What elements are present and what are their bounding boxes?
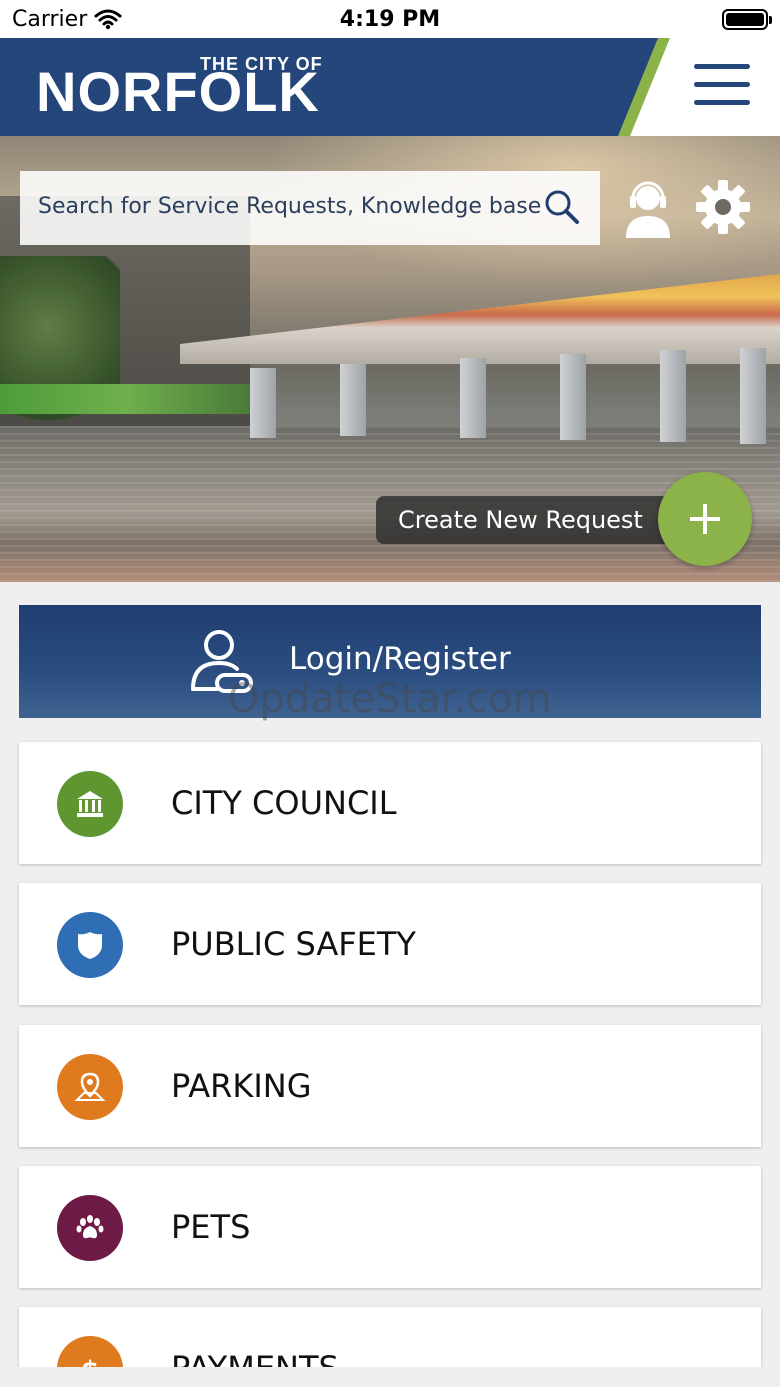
category-label: PARKING bbox=[171, 1067, 312, 1105]
watermark: OpdateStar.com bbox=[228, 676, 552, 722]
status-bar: Carrier 4:19 PM bbox=[0, 0, 780, 38]
paw-icon bbox=[57, 1195, 123, 1261]
support-agent-icon[interactable] bbox=[622, 176, 674, 240]
app-header: THE CITY OF NORFOLK bbox=[0, 38, 780, 136]
map-pin-icon bbox=[57, 1054, 123, 1120]
category-label: CITY COUNCIL bbox=[171, 784, 397, 822]
city-logo[interactable]: THE CITY OF NORFOLK bbox=[36, 54, 356, 124]
category-pets[interactable]: PETS bbox=[19, 1166, 761, 1288]
city-hall-icon bbox=[57, 771, 123, 837]
plus-icon[interactable] bbox=[658, 472, 752, 566]
create-request-button[interactable]: Create New Request bbox=[376, 496, 676, 544]
search-icon[interactable] bbox=[544, 189, 580, 225]
category-public-safety[interactable]: PUBLIC SAFETY bbox=[19, 883, 761, 1005]
category-label: PETS bbox=[171, 1208, 251, 1246]
police-badge-icon bbox=[57, 912, 123, 978]
category-parking[interactable]: PARKING bbox=[19, 1025, 761, 1147]
clock: 4:19 PM bbox=[339, 7, 441, 32]
gear-icon[interactable] bbox=[694, 178, 752, 236]
category-label: PUBLIC SAFETY bbox=[171, 925, 416, 963]
create-request-label: Create New Request bbox=[398, 506, 643, 534]
login-register-label: Login/Register bbox=[289, 641, 511, 677]
bridge-image bbox=[180, 274, 780, 364]
hero-banner: Search for Service Requests, Knowledge b… bbox=[0, 136, 780, 582]
category-city-council[interactable]: CITY COUNCIL bbox=[19, 742, 761, 864]
search-input[interactable]: Search for Service Requests, Knowledge b… bbox=[20, 171, 600, 245]
battery-icon bbox=[722, 9, 772, 30]
search-placeholder: Search for Service Requests, Knowledge b… bbox=[38, 194, 542, 219]
hamburger-menu-icon[interactable] bbox=[694, 62, 752, 112]
logo-title: NORFOLK bbox=[36, 60, 320, 123]
bottom-edge bbox=[0, 1367, 780, 1387]
